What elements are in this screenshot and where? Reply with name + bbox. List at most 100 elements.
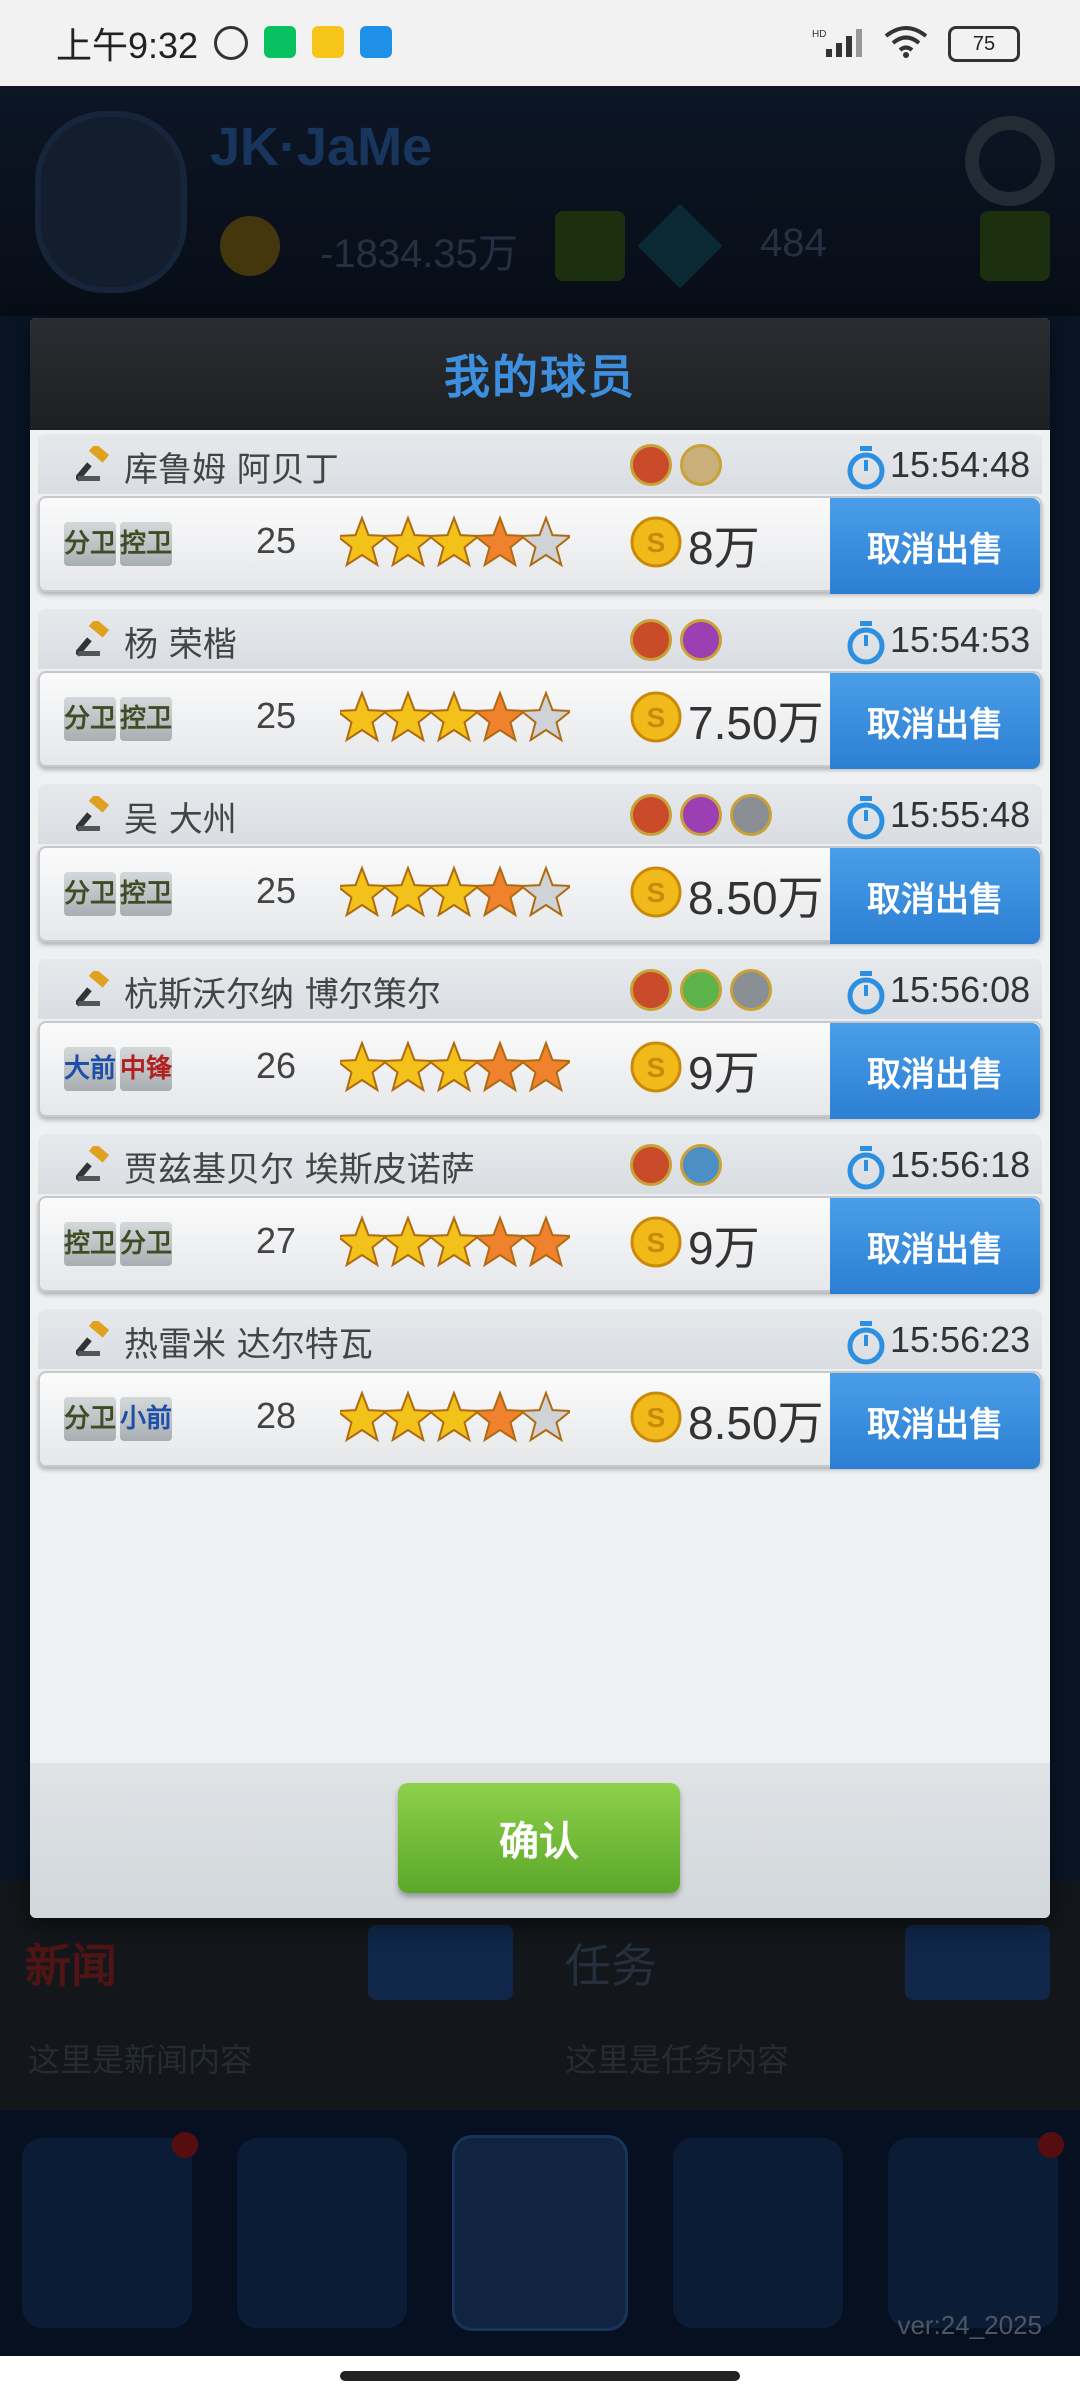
status-time: 上午9:32 <box>56 25 199 66</box>
player-row-body: 分卫 控卫 25 S 8万 取消出售 <box>38 496 1042 594</box>
star-icon <box>426 1040 482 1093</box>
player-name: 库鲁姆 阿贝丁 <box>124 450 339 490</box>
star-icon <box>334 515 390 568</box>
player-row-header: 库鲁姆 阿贝丁 15:54:48 <box>38 434 1042 494</box>
player-age: 25 <box>255 520 297 561</box>
player-name: 杨 荣楷 <box>124 625 237 665</box>
sale-time: 15:54:48 <box>890 444 1031 485</box>
player-age: 27 <box>255 1220 297 1261</box>
star-rating <box>334 1387 574 1451</box>
position-tags: 分卫 控卫 <box>64 522 172 566</box>
player-row-header: 杨 荣楷 15:54:53 <box>38 609 1042 669</box>
coin-icon: S <box>630 1391 682 1443</box>
star-icon <box>472 690 528 743</box>
gavel-icon <box>74 968 112 1007</box>
skill-badge-icon <box>680 969 722 1011</box>
gavel-icon <box>74 793 112 832</box>
sale-price: 8.50万 <box>688 1397 824 1449</box>
star-icon <box>334 865 390 918</box>
coin-icon: S <box>630 866 682 918</box>
player-row-body: 分卫 控卫 25 S 7.50万 取消出售 <box>38 671 1042 769</box>
player-age: 25 <box>255 870 297 911</box>
player-row-header: 贾兹基贝尔 埃斯皮诺萨 15:56:18 <box>38 1134 1042 1194</box>
player-row: 库鲁姆 阿贝丁 15:54:48 分卫 控卫 25 S 8万 取消出售 <box>38 434 1042 594</box>
skill-badge-icon <box>630 969 672 1011</box>
svg-text:S: S <box>647 527 666 558</box>
cancel-sale-button[interactable]: 取消出售 <box>830 673 1040 769</box>
coin-icon: S <box>630 1041 682 1093</box>
star-rating <box>334 862 574 926</box>
skill-badge-icon <box>680 444 722 486</box>
skill-badge-icon <box>630 619 672 661</box>
sale-time: 15:55:48 <box>890 794 1031 835</box>
star-icon <box>472 1040 528 1093</box>
svg-text:S: S <box>647 702 666 733</box>
star-icon <box>426 865 482 918</box>
position-tag: 分卫 <box>64 522 116 566</box>
cancel-sale-button[interactable]: 取消出售 <box>830 1023 1040 1119</box>
sale-price: 8万 <box>688 522 760 574</box>
star-icon <box>518 1390 574 1443</box>
star-icon <box>472 515 528 568</box>
cancel-sale-button[interactable]: 取消出售 <box>830 1198 1040 1294</box>
status-notification-icons <box>214 26 393 60</box>
coin-icon: S <box>630 691 682 743</box>
wechat-icon <box>264 26 297 58</box>
skill-icons <box>630 794 772 836</box>
star-icon <box>518 690 574 743</box>
gavel-icon <box>74 618 112 657</box>
star-icon <box>380 1040 436 1093</box>
position-tag: 控卫 <box>120 697 172 741</box>
player-age: 28 <box>255 1395 297 1436</box>
coin-icon: S <box>630 1216 682 1268</box>
confirm-button[interactable]: 确认 <box>398 1783 680 1893</box>
star-icon <box>380 1215 436 1268</box>
skill-badge-icon <box>630 1144 672 1186</box>
star-rating <box>334 1037 574 1101</box>
cancel-sale-button[interactable]: 取消出售 <box>830 498 1040 594</box>
skill-icons <box>630 1144 722 1186</box>
star-rating <box>334 512 574 576</box>
dialog-header: 我的球员 <box>30 318 1050 430</box>
skill-badge-icon <box>730 794 772 836</box>
position-tags: 控卫 分卫 <box>64 1222 172 1266</box>
timer-icon <box>846 621 886 665</box>
skill-badge-icon <box>680 794 722 836</box>
status-bar: 上午9:32 HD 75 <box>0 0 1080 86</box>
skill-badge-icon <box>730 969 772 1011</box>
star-icon <box>472 865 528 918</box>
player-name: 杭斯沃尔纳 博尔策尔 <box>124 975 441 1015</box>
position-tags: 分卫 控卫 <box>64 697 172 741</box>
home-indicator[interactable] <box>340 2371 740 2381</box>
position-tags: 分卫 小前 <box>64 1397 172 1441</box>
player-row-header: 热雷米 达尔特瓦 15:56:23 <box>38 1309 1042 1369</box>
sale-price: 9万 <box>688 1047 760 1099</box>
star-icon <box>518 1215 574 1268</box>
cancel-sale-button[interactable]: 取消出售 <box>830 1373 1040 1469</box>
my-players-dialog: 我的球员 库鲁姆 阿贝丁 15:54:48 分卫 控卫 25 S 8万 取消出售杨 荣楷 15:… <box>30 318 1050 1918</box>
position-tag: 控卫 <box>120 872 172 916</box>
star-icon <box>426 515 482 568</box>
sale-time: 15:56:23 <box>890 1319 1031 1360</box>
player-row: 杨 荣楷 15:54:53 分卫 控卫 25 S 7.50万 取消出售 <box>38 609 1042 769</box>
cancel-sale-button[interactable]: 取消出售 <box>830 848 1040 944</box>
upload-icon <box>360 26 393 58</box>
sale-price: 9万 <box>688 1222 760 1274</box>
position-tag: 分卫 <box>64 1397 116 1441</box>
status-right-icons: HD 75 <box>812 24 1020 64</box>
timer-icon <box>846 796 886 840</box>
svg-text:S: S <box>647 1402 666 1433</box>
star-icon <box>472 1215 528 1268</box>
battery-icon: 75 <box>948 26 1020 62</box>
sale-price: 8.50万 <box>688 872 824 924</box>
coin-icon: S <box>630 516 682 568</box>
player-row: 杭斯沃尔纳 博尔策尔 15:56:08 大前 中锋 26 S 9万 取消出售 <box>38 959 1042 1119</box>
skill-icons <box>630 444 722 486</box>
sale-time: 15:54:53 <box>890 619 1031 660</box>
skill-icons <box>630 619 722 661</box>
position-tag: 分卫 <box>120 1222 172 1266</box>
star-icon <box>518 515 574 568</box>
sale-time: 15:56:08 <box>890 969 1031 1010</box>
player-name: 热雷米 达尔特瓦 <box>124 1325 373 1365</box>
app-notification-icon <box>312 26 345 58</box>
